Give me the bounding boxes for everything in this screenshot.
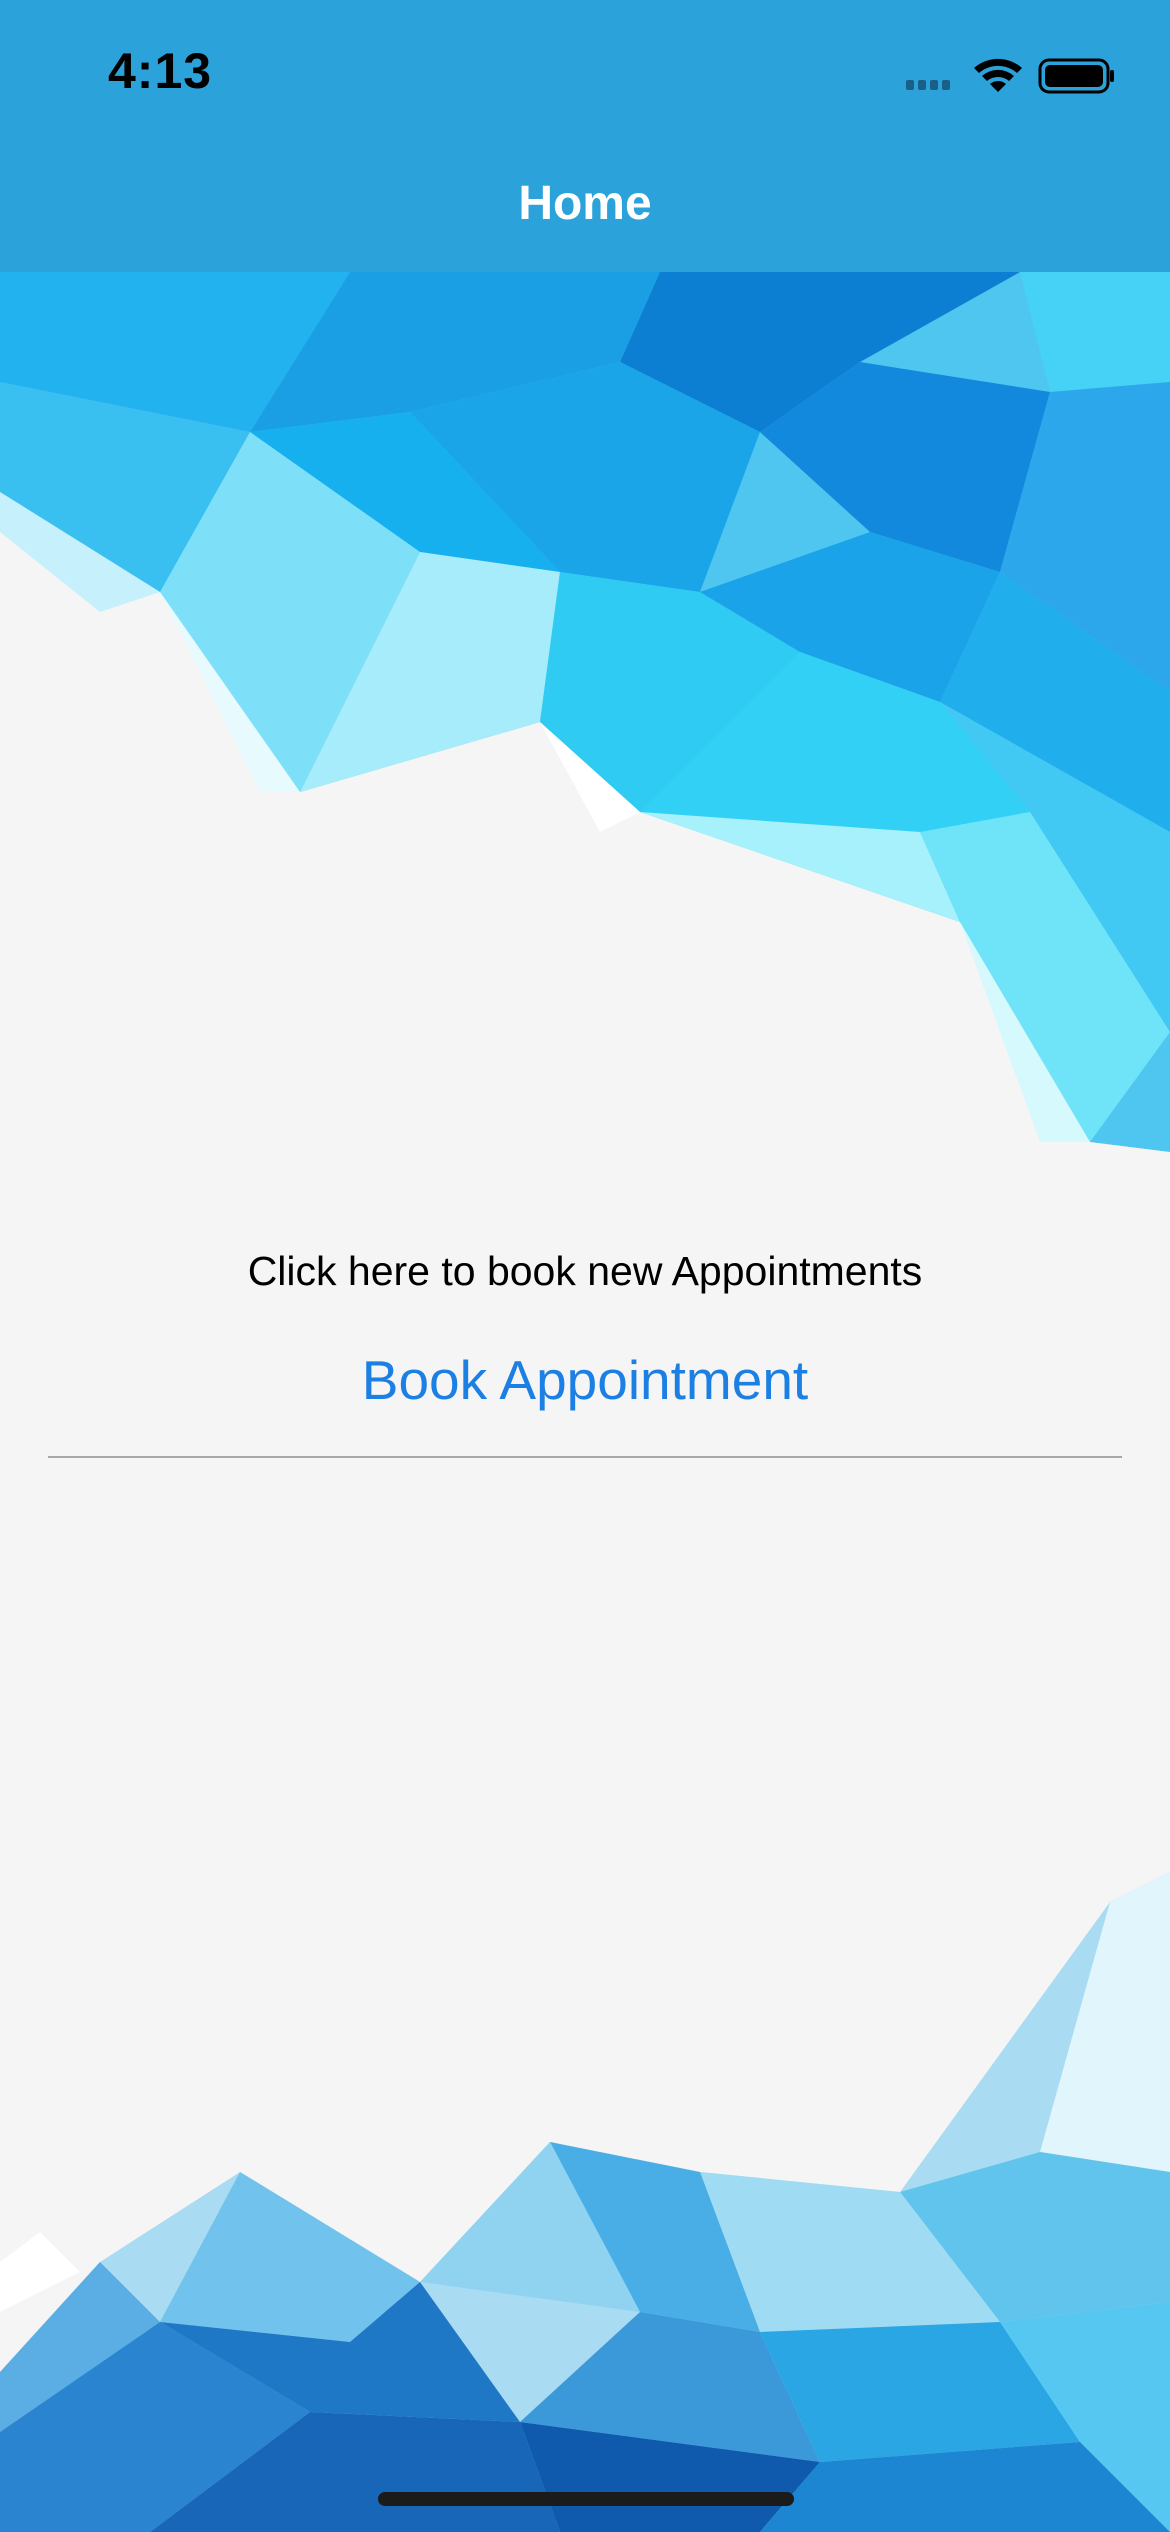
book-prompt-text: Click here to book new Appointments: [247, 1248, 923, 1294]
main-content: Click here to book new Appointments Book…: [0, 1236, 1170, 1422]
status-bar: 4:13: [0, 0, 1170, 142]
bottom-polygon-pattern: [0, 1872, 1170, 2532]
signal-icon: [906, 80, 950, 90]
status-time: 4:13: [108, 43, 213, 99]
navigation-bar: Home: [0, 142, 1170, 273]
book-appointment-button[interactable]: Book Appointment: [235, 1338, 935, 1422]
divider: [48, 1456, 1122, 1458]
home-indicator[interactable]: [378, 2492, 794, 2506]
status-icons: [906, 54, 1116, 98]
page-title: Home: [518, 177, 652, 230]
battery-icon: [1038, 58, 1114, 94]
wifi-icon: [974, 58, 1022, 92]
top-polygon-pattern: [0, 272, 1170, 1152]
